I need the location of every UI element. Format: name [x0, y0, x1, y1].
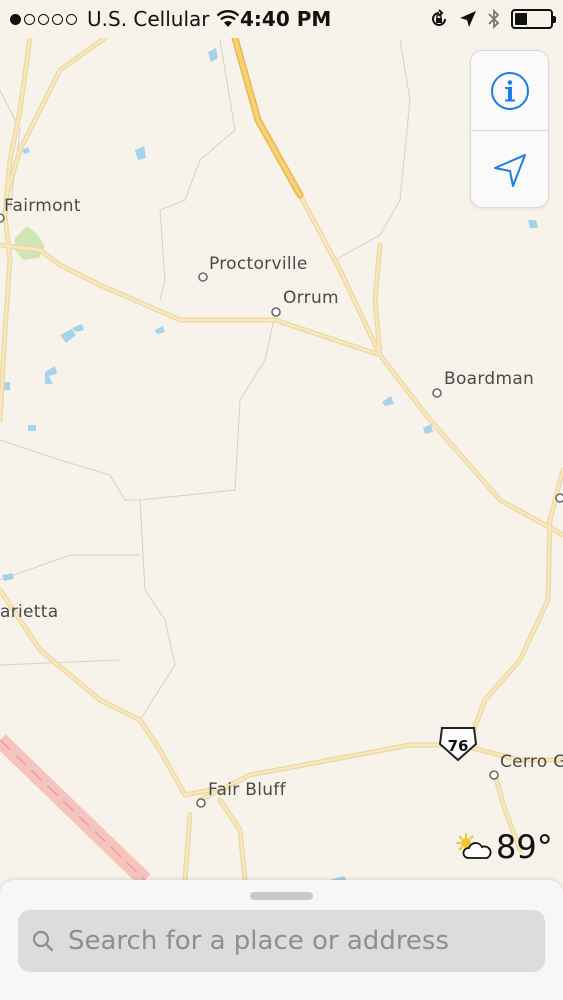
orientation-lock-icon [432, 9, 446, 26]
place-label[interactable]: Fair Bluff [208, 780, 286, 800]
route-shield: 76 [438, 727, 478, 762]
location-arrow-icon [460, 11, 476, 27]
tracking-arrow-icon [493, 154, 526, 187]
place-label[interactable]: Fairmont [4, 196, 81, 216]
weather-widget[interactable]: 89° [454, 828, 553, 866]
wifi-icon [216, 10, 239, 27]
search-card [0, 880, 563, 1000]
clock: 4:40 PM [240, 7, 332, 31]
town-marker[interactable] [198, 272, 208, 282]
place-label[interactable]: arietta [0, 602, 58, 622]
town-marker[interactable] [196, 798, 206, 808]
svg-text:76: 76 [448, 737, 469, 755]
bluetooth-icon [488, 8, 500, 30]
map-controls [470, 50, 549, 208]
search-bar[interactable] [18, 910, 545, 972]
info-button[interactable] [471, 51, 548, 130]
signal-dot [24, 13, 35, 25]
place-label[interactable]: Boardman [444, 369, 534, 389]
battery-icon [511, 9, 556, 29]
town-marker[interactable] [489, 770, 499, 780]
signal-dot [10, 13, 21, 25]
card-grabber-handle[interactable] [250, 892, 313, 900]
signal-dot [38, 13, 49, 25]
signal-dot [66, 13, 77, 25]
status-left: U.S. Cellular [10, 7, 240, 31]
info-icon [490, 71, 529, 110]
partly-cloudy-icon [456, 833, 492, 859]
signal-dot [52, 13, 63, 25]
town-marker[interactable] [432, 388, 442, 398]
town-marker[interactable] [271, 307, 281, 317]
carrier-name: U.S. Cellular [87, 7, 210, 31]
temperature: 89° [496, 828, 553, 866]
tracking-button[interactable] [471, 130, 548, 207]
place-label[interactable]: Orrum [283, 288, 339, 308]
search-icon [32, 930, 54, 952]
signal-strength-icon [10, 13, 77, 25]
battery-level [515, 13, 527, 25]
search-input[interactable] [68, 926, 528, 956]
place-label[interactable]: Cerro G [500, 752, 563, 772]
status-right [429, 8, 556, 30]
town-marker[interactable] [555, 493, 563, 503]
place-label[interactable]: Proctorville [209, 254, 308, 274]
status-bar: U.S. Cellular 4:40 PM [0, 0, 563, 38]
